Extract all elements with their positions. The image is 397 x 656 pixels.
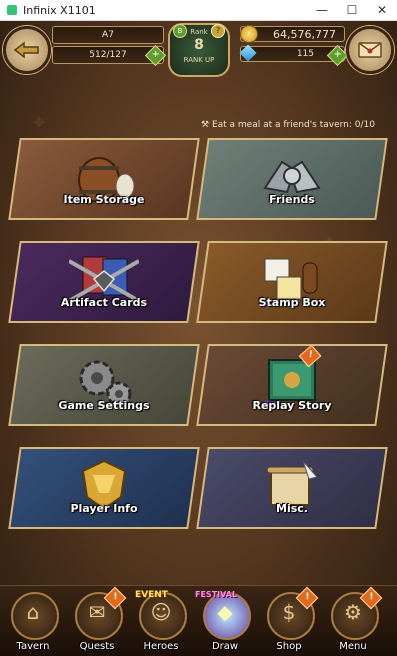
- tile-label: Artifact Cards: [60, 296, 148, 309]
- rank-value: 8: [194, 37, 204, 53]
- nav-label: Tavern: [16, 641, 50, 652]
- tile-label: Player Info: [70, 502, 138, 515]
- nav-shop[interactable]: $ Shop !: [257, 586, 321, 652]
- quest-note-text: Eat a meal at a friend's tavern: 0/10: [211, 120, 375, 130]
- tile-label: Friends: [269, 193, 315, 206]
- tile-label: Misc.: [276, 502, 308, 515]
- bottom-nav: ⌂ Tavern ✉ Quests ! ☺ EVENT Heroes ◆ FES…: [0, 585, 397, 656]
- help-badge[interactable]: ?: [211, 24, 225, 38]
- window-titlebar: Infinix X1101 — ☐ ✕: [0, 0, 397, 21]
- hero-icon: ☺: [150, 600, 172, 624]
- event-tag: EVENT: [135, 590, 168, 600]
- tile-label: Game Settings: [58, 399, 150, 412]
- maximize-button[interactable]: ☐: [337, 3, 367, 17]
- item-storage-tile[interactable]: Item Storage: [8, 138, 200, 220]
- game-screen: ✦ ✦ ✦ ✦ A7 ⚒ 512/127 + Rank 8 RANK UP B …: [0, 21, 397, 656]
- app-icon: [7, 5, 17, 15]
- bonus-badge[interactable]: B: [173, 24, 187, 38]
- nav-tavern[interactable]: ⌂ Tavern: [1, 588, 65, 652]
- tile-label: Item Storage: [63, 193, 145, 206]
- tavern-icon: ⌂: [26, 600, 40, 624]
- close-button[interactable]: ✕: [367, 3, 397, 17]
- envelope-icon: [358, 42, 382, 58]
- artifact-cards-tile[interactable]: Artifact Cards: [8, 241, 200, 323]
- minimize-button[interactable]: —: [307, 3, 337, 17]
- nav-label: Draw: [211, 641, 239, 652]
- nav-label: Heroes: [143, 641, 179, 652]
- quest-note: ⚒ Eat a meal at a friend's tavern: 0/10: [201, 120, 375, 130]
- back-button[interactable]: [3, 26, 51, 74]
- tile-label: Replay Story: [252, 399, 332, 412]
- misc-tile[interactable]: Misc.: [196, 447, 388, 529]
- nav-quests[interactable]: ✉ Quests !: [65, 586, 129, 652]
- tile-label: Stamp Box: [258, 296, 326, 309]
- top-hud: A7 ⚒ 512/127 + Rank 8 RANK UP B ? 64,576…: [0, 21, 397, 77]
- festival-tag: FESTIVAL: [195, 590, 238, 599]
- crystal-icon: ◆: [217, 600, 233, 624]
- nav-menu[interactable]: ⚙ Menu !: [321, 586, 385, 652]
- gold-coin-icon: [240, 25, 258, 43]
- nav-label: Shop: [276, 641, 302, 652]
- rank-up-label: RANK UP: [183, 56, 215, 64]
- replay-story-tile[interactable]: Replay Story !: [196, 344, 388, 426]
- nav-heroes[interactable]: ☺ EVENT Heroes: [129, 588, 193, 652]
- stamp-box-tile[interactable]: Stamp Box: [196, 241, 388, 323]
- nav-label: Quests: [79, 641, 115, 652]
- player-name: A7: [52, 26, 164, 44]
- quest-icon: ⚒: [201, 120, 212, 130]
- nav-label: Menu: [339, 641, 367, 652]
- mail-button[interactable]: [346, 26, 394, 74]
- bg-pattern-icon: ✦: [30, 111, 49, 136]
- back-arrow-icon: [13, 41, 39, 59]
- nav-draw[interactable]: ◆ FESTIVAL Draw: [193, 588, 257, 652]
- game-settings-tile[interactable]: Game Settings: [8, 344, 200, 426]
- player-info-tile[interactable]: Player Info: [8, 447, 200, 529]
- window-title: Infinix X1101: [23, 3, 96, 17]
- friends-tile[interactable]: Friends: [196, 138, 388, 220]
